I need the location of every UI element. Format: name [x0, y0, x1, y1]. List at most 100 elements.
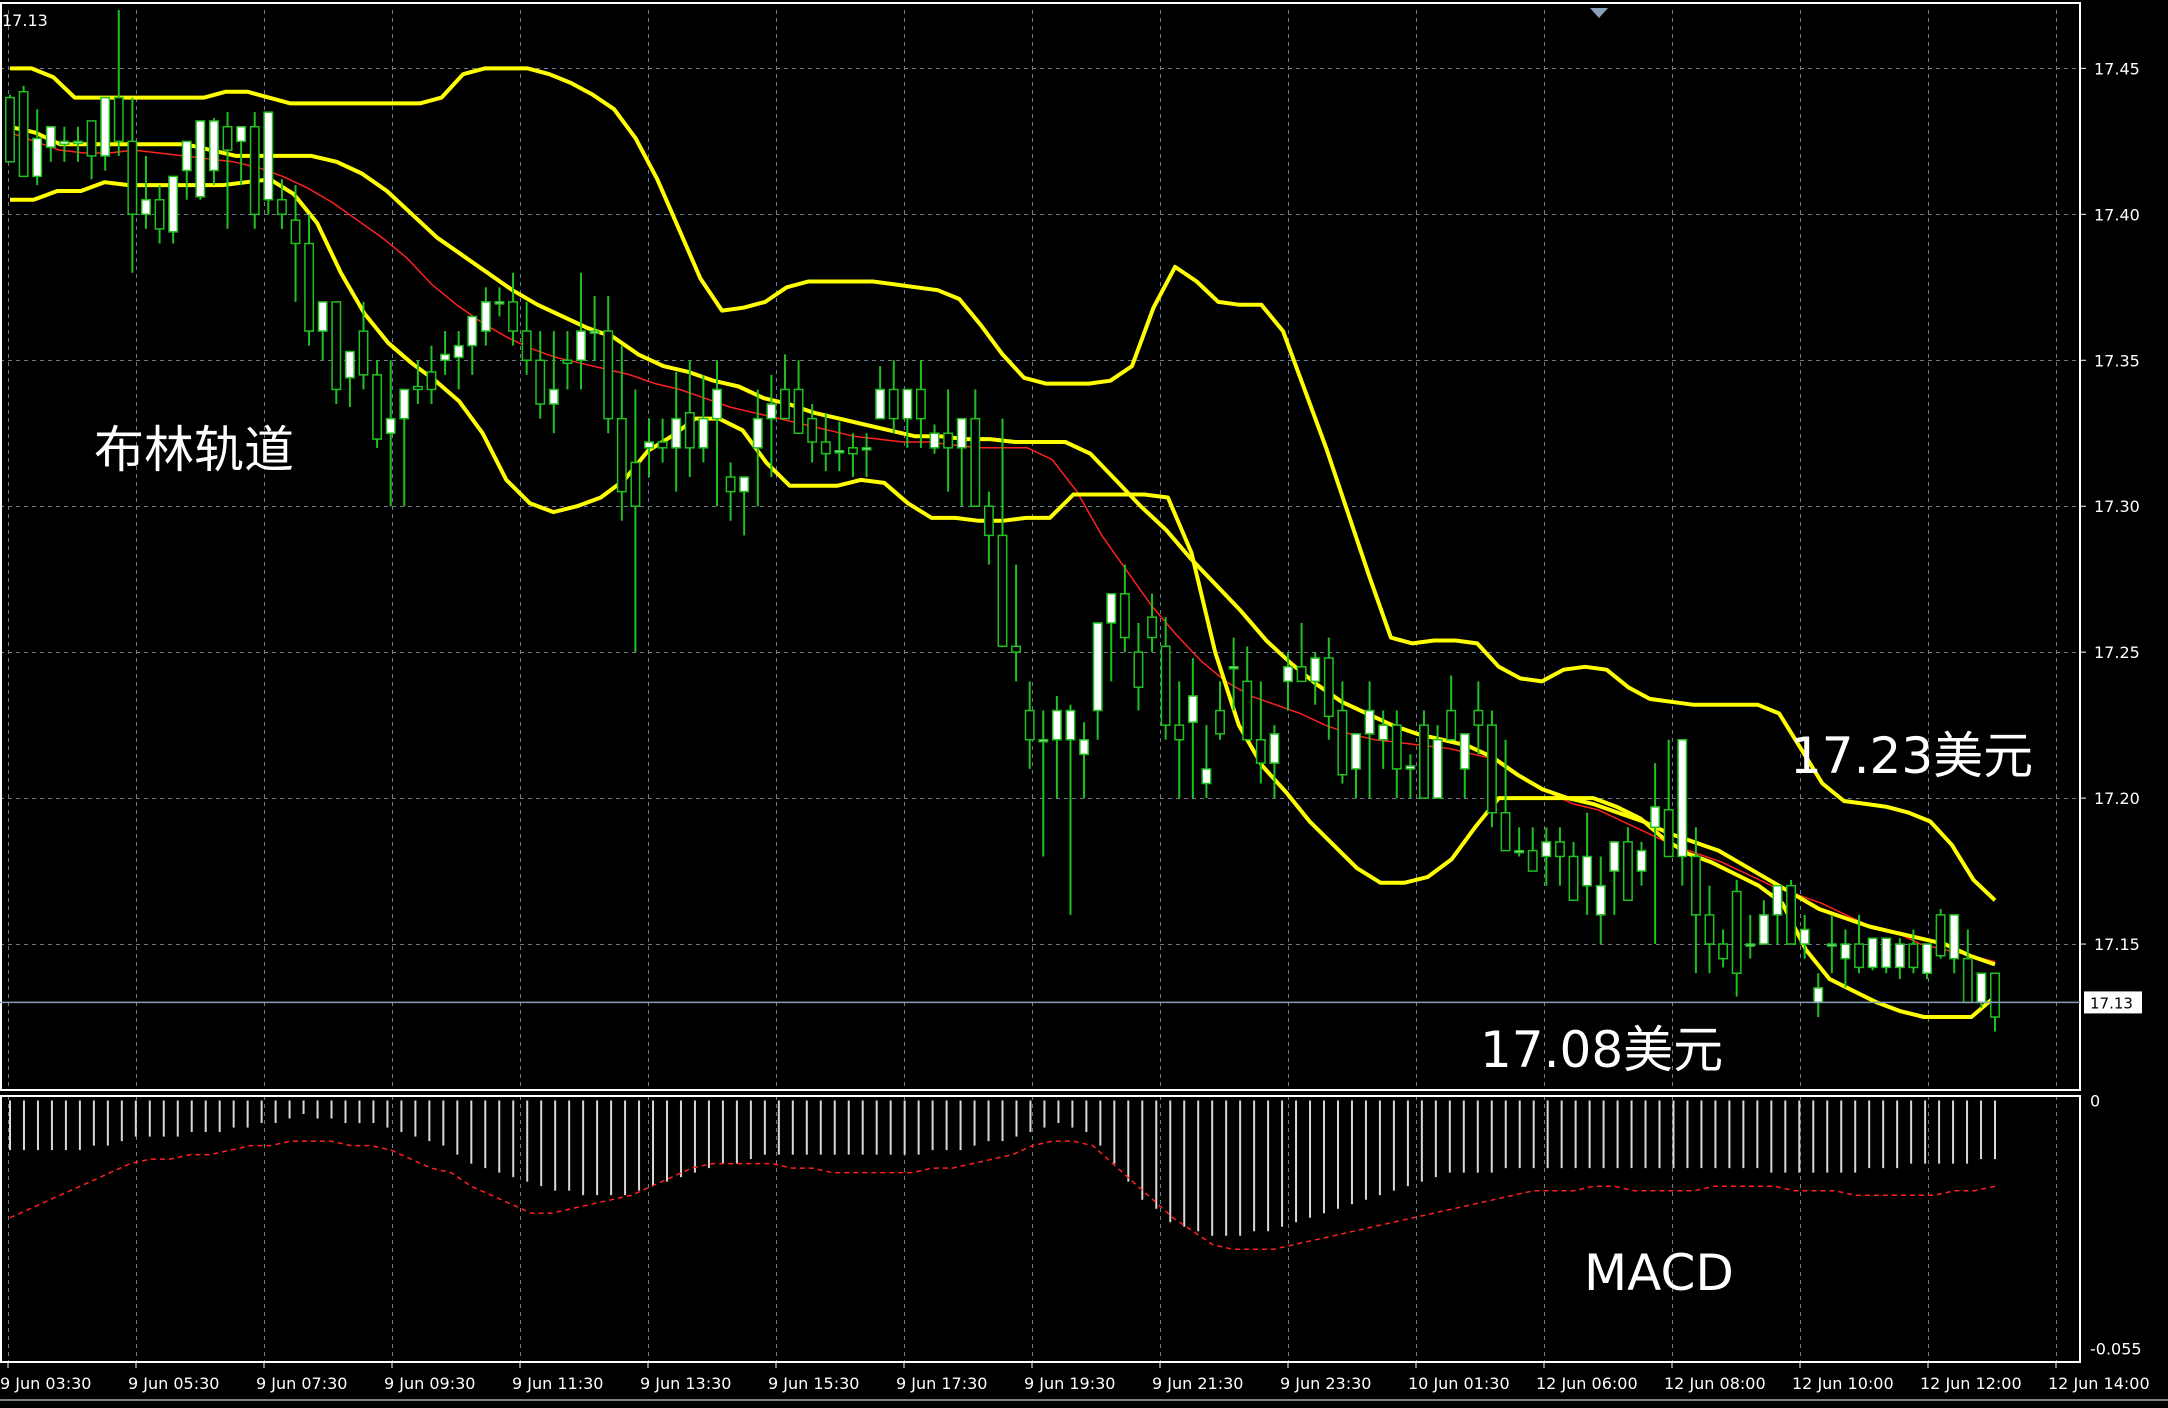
candle-body — [983, 505, 994, 537]
candle-body — [712, 388, 722, 420]
candle-body — [426, 371, 437, 391]
candle-body — [1595, 884, 1606, 916]
candle-body — [1133, 651, 1144, 688]
candle-body — [1949, 914, 1960, 960]
candle-body — [263, 111, 274, 201]
candle-body — [195, 120, 206, 198]
candle-body — [1622, 841, 1633, 902]
candle-body — [807, 417, 818, 443]
candle-body — [1881, 937, 1892, 969]
time-tick-label: 12 Jun 08:00 — [1664, 1374, 1766, 1393]
time-tick-label: 12 Jun 12:00 — [1920, 1374, 2022, 1393]
candle-body — [140, 198, 151, 216]
candle-body — [1419, 724, 1429, 799]
candle-body — [412, 385, 423, 391]
candle-body — [1296, 666, 1307, 683]
candle-body — [644, 441, 654, 449]
candle-body — [1650, 806, 1661, 829]
candle-body — [780, 388, 790, 420]
time-tick-label: 9 Jun 17:30 — [896, 1374, 987, 1393]
candle-body — [73, 140, 83, 145]
candle-body — [5, 96, 15, 163]
time-tick-label: 10 Jun 01:30 — [1408, 1374, 1510, 1393]
candle-body — [18, 90, 29, 178]
candle-body — [1337, 709, 1348, 776]
candle-body — [59, 140, 70, 146]
candle-body — [929, 432, 940, 449]
candle-body — [1813, 987, 1824, 1004]
candle-body — [304, 242, 315, 332]
candle-body — [276, 198, 287, 216]
candle-body — [1527, 849, 1538, 872]
candle-body — [1079, 738, 1090, 756]
candle-body — [480, 301, 491, 332]
candle-body — [1391, 724, 1402, 770]
candle-body — [739, 476, 750, 493]
candle-body — [154, 198, 165, 230]
candle-body — [86, 120, 97, 157]
candle-body — [358, 330, 369, 376]
candle-body — [1894, 943, 1905, 969]
candle-body — [1962, 957, 1973, 1004]
candle-body — [766, 403, 777, 420]
candle-body — [1215, 709, 1225, 735]
candle-body — [1269, 733, 1280, 764]
candle-body — [820, 441, 831, 455]
time-tick-label: 9 Jun 13:30 — [640, 1374, 731, 1393]
candle-body — [1990, 972, 2000, 1018]
candle-body — [1867, 937, 1878, 969]
macd-annotation: MACD — [1584, 1244, 1734, 1302]
time-tick-label: 12 Jun 10:00 — [1792, 1374, 1894, 1393]
candle-body — [1745, 943, 1756, 947]
candle-body — [344, 350, 355, 379]
candle-body — [1119, 593, 1130, 639]
time-tick-label: 9 Jun 23:30 — [1280, 1374, 1371, 1393]
candle-body — [956, 417, 967, 449]
candle-body — [1432, 738, 1443, 799]
price-tick-label: 17.35 — [2094, 351, 2140, 370]
candle-body — [249, 126, 260, 216]
candle-body — [467, 315, 478, 347]
time-tick-label: 9 Jun 07:30 — [256, 1374, 347, 1393]
candle-body — [671, 417, 682, 449]
candle-body — [1976, 972, 1987, 1004]
candle-body — [1500, 811, 1511, 852]
candle-body — [1663, 809, 1674, 858]
candle-body — [113, 96, 124, 143]
candle-body — [1840, 943, 1851, 960]
price-tick-label: 17.45 — [2094, 59, 2140, 78]
candle-body — [875, 388, 886, 420]
price-tick-label: 17.15 — [2094, 935, 2140, 954]
top-left-price-label: 17.13 — [2, 11, 48, 30]
candle-body — [630, 461, 641, 507]
candle-body — [1106, 593, 1117, 624]
time-tick-label: 12 Jun 14:00 — [2048, 1374, 2150, 1393]
chart-background — [0, 0, 2168, 1408]
candle-body — [168, 175, 179, 233]
candle-body — [1758, 914, 1769, 945]
candle-body — [902, 388, 913, 420]
candle-body — [1582, 855, 1593, 887]
candle-body — [1255, 738, 1266, 764]
time-tick-label: 9 Jun 09:30 — [384, 1374, 475, 1393]
candle-body — [32, 137, 43, 178]
candle-body — [1772, 884, 1783, 916]
candle-body — [1554, 841, 1565, 858]
upper-price-annotation: 17.23美元 — [1790, 727, 2033, 785]
candle-body — [100, 96, 111, 157]
time-tick-label: 9 Jun 05:30 — [128, 1374, 219, 1393]
price-tick-label: 17.30 — [2094, 497, 2140, 516]
candle-body — [208, 120, 219, 172]
candle-body — [1636, 849, 1647, 872]
candle-body — [657, 441, 668, 449]
candle-body — [861, 447, 872, 451]
candle-body — [1731, 890, 1742, 974]
candle-body — [752, 417, 763, 449]
price-chart[interactable]: 17.45 17.40 17.35 17.30 17.25 17.20 17.15 0 -0.0… — [0, 0, 2168, 1408]
time-tick-label: 9 Jun 21:30 — [1152, 1374, 1243, 1393]
candle-body — [1704, 914, 1715, 945]
candle-body — [453, 344, 464, 359]
candle-body — [576, 330, 586, 362]
candle-body — [1922, 943, 1932, 974]
candle-body — [915, 388, 926, 420]
